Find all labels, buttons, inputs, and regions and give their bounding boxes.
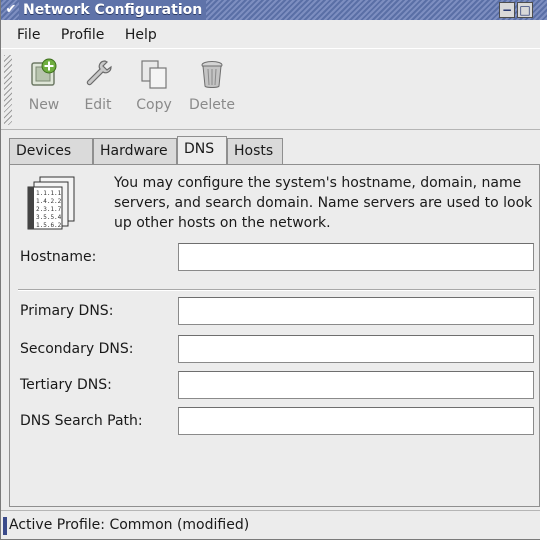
primary-dns-label: Primary DNS: bbox=[20, 303, 114, 319]
tertiary-dns-input[interactable] bbox=[178, 371, 534, 399]
hostname-input[interactable] bbox=[178, 243, 534, 271]
tab-devices[interactable]: Devices bbox=[9, 138, 93, 164]
minimize-button[interactable]: − bbox=[499, 2, 515, 18]
title-bar[interactable]: ✔ Network Configuration − □ bbox=[1, 0, 547, 20]
new-device-icon bbox=[31, 58, 57, 86]
copy-label: Copy bbox=[136, 97, 172, 113]
tab-hardware[interactable]: Hardware bbox=[93, 138, 177, 164]
copy-button[interactable]: Copy bbox=[129, 53, 179, 127]
address-line-3: 2.3.1.7 bbox=[36, 206, 62, 213]
address-line-5: 1.5.6.2 bbox=[36, 222, 62, 229]
dns-search-path-label: DNS Search Path: bbox=[20, 413, 143, 429]
tab-hosts[interactable]: Hosts bbox=[227, 138, 283, 164]
secondary-dns-label: Secondary DNS: bbox=[20, 341, 134, 357]
toolbar-grip-handle[interactable] bbox=[4, 55, 12, 125]
dns-description: You may configure the system's hostname,… bbox=[114, 175, 533, 231]
toolbar: New Edit Copy Delete bbox=[1, 48, 547, 130]
window-right-edge bbox=[540, 20, 547, 540]
window-menu-icon[interactable]: ✔ bbox=[3, 1, 19, 19]
active-profile-status: Active Profile: Common (modified) bbox=[9, 517, 250, 533]
new-label: New bbox=[28, 97, 60, 113]
primary-dns-input[interactable] bbox=[178, 297, 534, 325]
trash-can-icon bbox=[201, 61, 223, 88]
maximize-button[interactable]: □ bbox=[517, 2, 533, 18]
address-line-2: 1.4.2.2 bbox=[36, 198, 62, 205]
dns-search-path-input[interactable] bbox=[178, 407, 534, 435]
secondary-dns-input[interactable] bbox=[178, 335, 534, 363]
menu-profile[interactable]: Profile bbox=[53, 22, 113, 48]
address-line-4: 3.5.5.4 bbox=[36, 214, 62, 221]
copy-icon bbox=[141, 60, 167, 89]
address-list-icon: 1.1.1.1 1.4.2.2 2.3.1.7 3.5.5.4 1.5.6.2 bbox=[27, 176, 75, 230]
section-divider bbox=[18, 289, 536, 291]
wrench-icon bbox=[86, 60, 112, 86]
hostname-label: Hostname: bbox=[20, 249, 97, 265]
delete-button[interactable]: Delete bbox=[187, 53, 237, 127]
window-title: Network Configuration bbox=[19, 0, 207, 20]
tertiary-dns-label: Tertiary DNS: bbox=[20, 377, 112, 393]
edit-button[interactable]: Edit bbox=[73, 53, 123, 127]
menu-help[interactable]: Help bbox=[117, 22, 165, 48]
delete-label: Delete bbox=[189, 97, 235, 113]
dns-tab-panel: 1.1.1.1 1.4.2.2 2.3.1.7 3.5.5.4 1.5.6.2 … bbox=[9, 164, 540, 507]
edit-label: Edit bbox=[84, 97, 112, 113]
address-line-1: 1.1.1.1 bbox=[36, 190, 62, 197]
tab-dns[interactable]: DNS bbox=[177, 136, 227, 164]
menu-file[interactable]: File bbox=[9, 22, 48, 48]
network-configuration-window: ✔ Network Configuration − □ File Profile… bbox=[0, 0, 547, 540]
new-button[interactable]: New bbox=[19, 53, 69, 127]
status-bar: Active Profile: Common (modified) bbox=[1, 510, 547, 539]
status-marker bbox=[3, 517, 7, 535]
menu-bar: File Profile Help bbox=[1, 22, 547, 48]
